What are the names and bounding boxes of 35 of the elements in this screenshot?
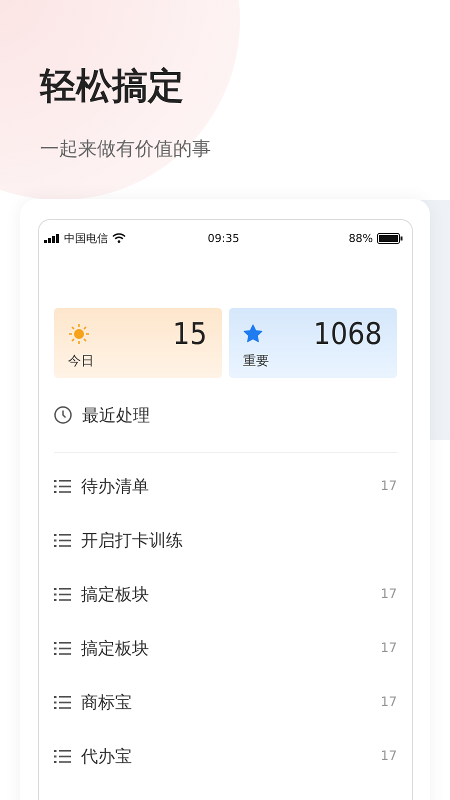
list-count: 17	[380, 694, 397, 710]
list-count: 17	[380, 640, 397, 656]
list-count: 17	[380, 586, 397, 602]
stat-count: 1068	[313, 316, 382, 352]
battery-percent: 88%	[348, 232, 374, 244]
wifi-icon	[112, 233, 126, 243]
list-name[interactable]: 搞定板块	[81, 636, 370, 660]
list-icon	[54, 750, 71, 762]
stat-label: 今日	[68, 353, 94, 370]
stat-count: 15	[172, 316, 207, 352]
star-icon	[243, 324, 263, 344]
sun-icon	[68, 323, 90, 345]
status-time: 09:35	[208, 232, 240, 244]
list-name[interactable]: 搞定板块	[81, 582, 370, 606]
stat-card[interactable]: 1068 重要	[229, 308, 397, 378]
list-icon	[54, 534, 71, 546]
list-icon	[54, 480, 71, 492]
list-icon	[54, 642, 71, 654]
stat-label: 重要	[243, 353, 269, 370]
list-icon	[54, 588, 71, 600]
list-count: 17	[380, 748, 397, 764]
list-name[interactable]: 代办宝	[81, 744, 370, 768]
page-title: 轻松搞定	[40, 65, 184, 109]
list-name[interactable]: 待办清单	[81, 474, 370, 498]
carrier-name: 中国电信	[64, 230, 108, 246]
list-name[interactable]: 商标宝	[81, 690, 370, 714]
list-name[interactable]: 开启打卡训练	[81, 528, 397, 552]
signal-icon	[44, 234, 60, 242]
battery-icon	[377, 232, 404, 244]
list-icon	[54, 696, 71, 708]
clock-icon	[54, 406, 72, 424]
page-subtitle: 一起来做有价值的事	[40, 137, 211, 162]
list-count: 17	[380, 478, 397, 494]
stat-card[interactable]: 15 今日	[54, 308, 222, 378]
recent-label[interactable]: 最近处理	[82, 404, 397, 426]
